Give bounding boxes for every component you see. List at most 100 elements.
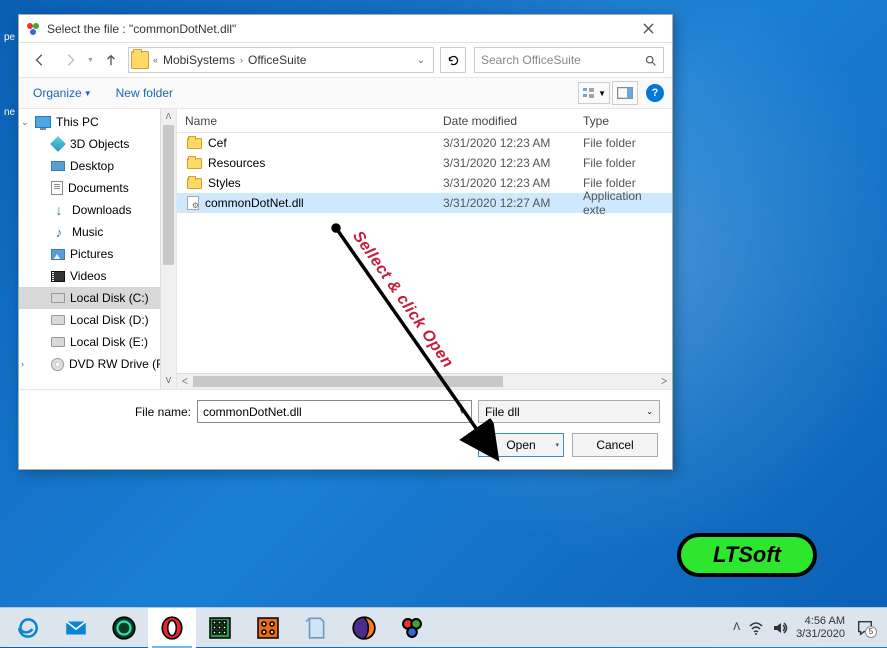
task-mail[interactable]: [52, 608, 100, 648]
breadcrumb-bar[interactable]: « MobiSystems › OfficeSuite ⌄: [128, 47, 434, 73]
file-date: 3/31/2020 12:23 AM: [435, 176, 575, 190]
taskbar-clock[interactable]: 4:56 AM 3/31/2020: [796, 615, 845, 641]
system-tray[interactable]: ᐱ 4:56 AM 3/31/2020 5: [733, 608, 883, 647]
folder-icon: [187, 178, 202, 189]
dialog-footer: File name: commonDotNet.dll▼ File dll⌄ O…: [19, 389, 672, 469]
forward-button[interactable]: [57, 47, 83, 73]
tree-music[interactable]: ♪Music: [19, 221, 176, 243]
file-name: Styles: [208, 176, 241, 190]
tray-overflow[interactable]: ᐱ: [733, 622, 740, 633]
help-button[interactable]: ?: [646, 84, 664, 102]
file-name: Cef: [208, 136, 227, 150]
nav-row: ▼ « MobiSystems › OfficeSuite ⌄ Search O…: [19, 43, 672, 77]
notifications-button[interactable]: 5: [853, 616, 877, 640]
filename-label: File name:: [31, 405, 191, 419]
file-row[interactable]: commonDotNet.dll3/31/2020 12:27 AMApplic…: [177, 193, 672, 213]
app-icon: [25, 21, 41, 37]
col-type[interactable]: Type: [575, 114, 672, 128]
file-row[interactable]: Resources 3/31/2020 12:23 AMFile folder: [177, 153, 672, 173]
open-button[interactable]: Open▾: [478, 433, 564, 457]
task-edge[interactable]: [4, 608, 52, 648]
titlebar[interactable]: Select the file : "commonDotNet.dll": [19, 15, 672, 43]
breadcrumb-prefix: «: [151, 55, 160, 65]
dialog-title: Select the file : "commonDotNet.dll": [47, 22, 626, 36]
folder-icon: [187, 138, 202, 149]
search-placeholder: Search OfficeSuite: [481, 53, 581, 67]
file-name: Resources: [208, 156, 265, 170]
file-type: File folder: [575, 156, 672, 170]
tree-disk-c[interactable]: Local Disk (C:): [19, 287, 176, 309]
back-button[interactable]: [27, 47, 53, 73]
file-open-dialog: Select the file : "commonDotNet.dll" ▼ «…: [18, 14, 673, 470]
task-app[interactable]: [388, 608, 436, 648]
tree-disk-e[interactable]: Local Disk (E:): [19, 331, 176, 353]
folder-icon: [131, 51, 149, 69]
folder-icon: [187, 158, 202, 169]
search-input[interactable]: Search OfficeSuite: [474, 47, 664, 73]
new-folder-button[interactable]: New folder: [106, 82, 183, 104]
desktop-background-icons: pe ne: [0, 30, 19, 120]
preview-pane-button[interactable]: [612, 81, 638, 105]
file-type: File folder: [575, 136, 672, 150]
documents-icon: [51, 181, 63, 195]
disk-icon: [51, 315, 65, 325]
videos-icon: [51, 271, 65, 282]
close-button[interactable]: [626, 16, 670, 42]
file-date: 3/31/2020 12:27 AM: [435, 196, 575, 210]
wifi-icon[interactable]: [748, 620, 764, 636]
file-type-filter[interactable]: File dll⌄: [478, 400, 660, 423]
organize-menu[interactable]: Organize ▼: [27, 82, 98, 104]
tree-videos[interactable]: Videos: [19, 265, 176, 287]
breadcrumb-seg2[interactable]: OfficeSuite: [245, 53, 309, 67]
task-firefox[interactable]: [340, 608, 388, 648]
refresh-button[interactable]: [440, 47, 466, 73]
tree-this-pc[interactable]: ⌄This PC: [19, 111, 176, 133]
pictures-icon: [51, 249, 65, 260]
breadcrumb-dropdown[interactable]: ⌄: [411, 55, 431, 66]
up-button[interactable]: [98, 47, 124, 73]
task-orange[interactable]: [244, 608, 292, 648]
col-name[interactable]: Name: [177, 114, 435, 128]
file-date: 3/31/2020 12:23 AM: [435, 136, 575, 150]
column-headers[interactable]: Name Date modified Type: [177, 109, 672, 133]
task-opera[interactable]: [148, 608, 196, 648]
pc-icon: [35, 116, 51, 128]
horizontal-scrollbar[interactable]: ᐸᐳ: [177, 373, 672, 389]
tree-documents[interactable]: Documents: [19, 177, 176, 199]
taskbar[interactable]: ᐱ 4:56 AM 3/31/2020 5: [0, 607, 887, 647]
volume-icon[interactable]: [772, 620, 788, 636]
music-icon: ♪: [51, 224, 67, 240]
file-type: Application exte: [575, 189, 672, 217]
tree-desktop[interactable]: Desktop: [19, 155, 176, 177]
tree-3d-objects[interactable]: 3D Objects: [19, 133, 176, 155]
tree-pictures[interactable]: Pictures: [19, 243, 176, 265]
filename-input[interactable]: commonDotNet.dll▼: [197, 400, 472, 423]
downloads-icon: ↓: [51, 202, 67, 218]
nav-tree[interactable]: ⌄This PC 3D Objects Desktop Documents ↓D…: [19, 109, 177, 389]
tree-disk-d[interactable]: Local Disk (D:): [19, 309, 176, 331]
dvd-icon: [51, 358, 64, 371]
file-date: 3/31/2020 12:23 AM: [435, 156, 575, 170]
disk-icon: [51, 293, 65, 303]
search-icon: [644, 54, 657, 67]
file-type: File folder: [575, 176, 672, 190]
toolbar: Organize ▼ New folder ▼ ?: [19, 77, 672, 109]
cancel-button[interactable]: Cancel: [572, 433, 658, 457]
col-date[interactable]: Date modified: [435, 114, 575, 128]
file-row[interactable]: Cef 3/31/2020 12:23 AMFile folder: [177, 133, 672, 153]
tree-dvd[interactable]: ›DVD RW Drive (F: [19, 353, 176, 375]
view-options[interactable]: ▼: [578, 82, 610, 104]
cube-icon: [50, 136, 66, 152]
breadcrumb-seg1[interactable]: MobiSystems: [160, 53, 238, 67]
desktop-icon: [51, 161, 65, 171]
file-name: commonDotNet.dll: [205, 196, 304, 210]
task-iobit[interactable]: [100, 608, 148, 648]
tree-scrollbar[interactable]: ᐱᐯ: [160, 109, 176, 389]
ltsoft-watermark: LTSoft: [677, 533, 817, 577]
task-grid[interactable]: [196, 608, 244, 648]
tree-downloads[interactable]: ↓Downloads: [19, 199, 176, 221]
dll-icon: [187, 196, 199, 210]
disk-icon: [51, 337, 65, 347]
recent-locations[interactable]: ▼: [87, 58, 94, 63]
task-notepad[interactable]: [292, 608, 340, 648]
